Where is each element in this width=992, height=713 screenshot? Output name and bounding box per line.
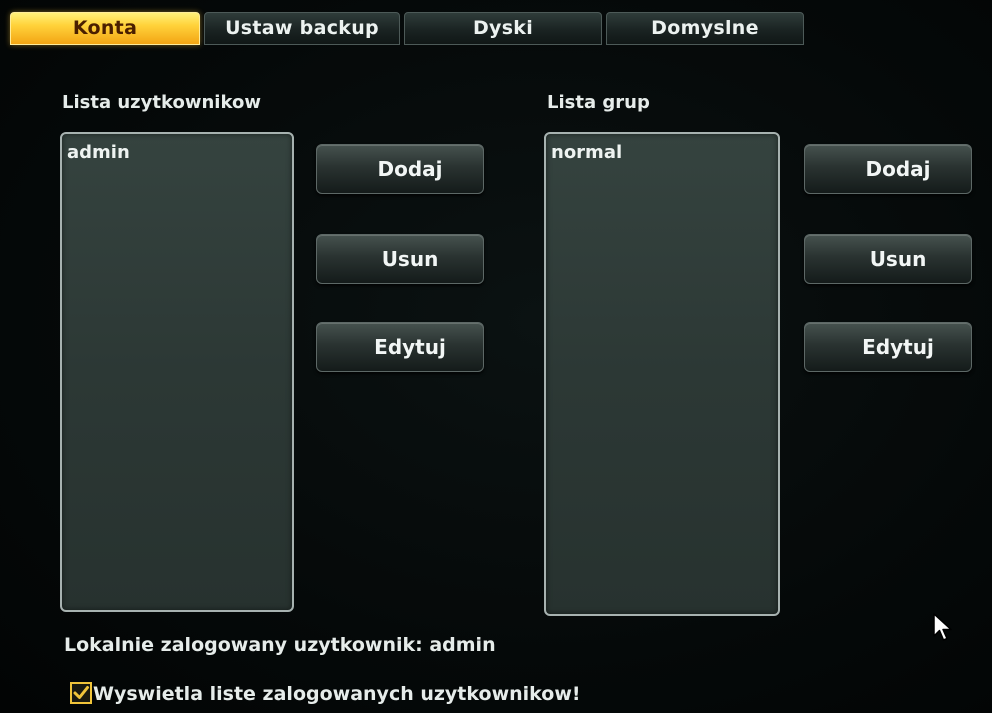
remove-group-button[interactable]: Usun <box>804 234 972 284</box>
tab-ustaw-backup[interactable]: Ustaw backup <box>204 12 400 45</box>
tab-dyski[interactable]: Dyski <box>404 12 602 45</box>
show-logged-users-label: Wyswietla liste zalogowanych uzytkowniko… <box>93 683 581 705</box>
logged-in-user-status: Lokalnie zalogowany uzytkownik: admin <box>64 634 496 656</box>
mouse-pointer-icon <box>933 613 952 641</box>
add-group-button[interactable]: Dodaj <box>804 144 972 194</box>
show-logged-users-checkbox[interactable] <box>70 682 92 704</box>
users-list-heading: Lista uzytkownikow <box>62 92 261 113</box>
groups-list-heading: Lista grup <box>547 92 650 113</box>
users-listbox[interactable]: admin <box>60 132 294 612</box>
add-user-button[interactable]: Dodaj <box>316 144 484 194</box>
remove-user-button[interactable]: Usun <box>316 234 484 284</box>
checkmark-icon <box>73 686 89 699</box>
accounts-screen: Konta Ustaw backup Dyski Domyslne Lista … <box>0 0 992 713</box>
groups-listbox[interactable]: normal <box>544 132 780 616</box>
edit-group-button[interactable]: Edytuj <box>804 322 972 372</box>
tab-domyslne[interactable]: Domyslne <box>606 12 804 45</box>
group-list-item[interactable]: normal <box>551 142 622 163</box>
tab-konta[interactable]: Konta <box>10 12 200 45</box>
user-list-item[interactable]: admin <box>67 142 130 163</box>
edit-user-button[interactable]: Edytuj <box>316 322 484 372</box>
